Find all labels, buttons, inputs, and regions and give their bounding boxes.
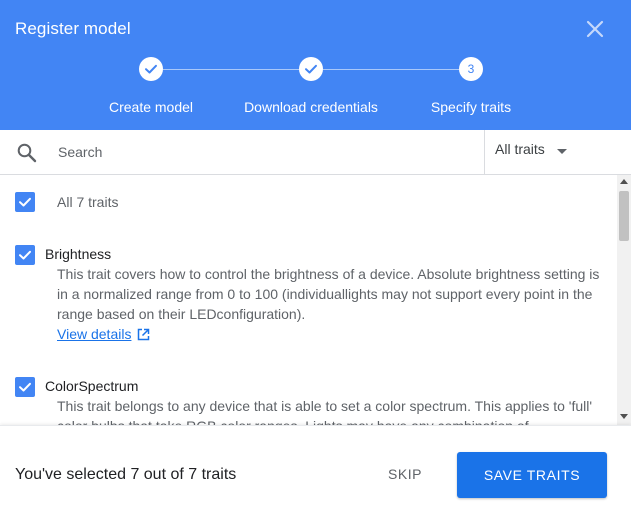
list-scrollbar[interactable] (617, 175, 631, 425)
dropdown-arrow-icon (557, 149, 567, 154)
description-line: This trait covers how to control the bri… (57, 266, 600, 282)
description-line: color bulbs that take RGB color ranges. … (57, 416, 609, 425)
trait-list: All 7 traits Brightness This trait cover… (0, 175, 617, 425)
stepper-connector (323, 69, 459, 70)
close-icon[interactable] (584, 18, 606, 40)
view-details-label: View details (57, 326, 132, 342)
description-line: range based on their LEDconfiguration). (57, 306, 306, 322)
trait-name-brightness: Brightness (45, 246, 112, 262)
scroll-down-arrow-icon[interactable] (620, 414, 628, 419)
search-icon (16, 142, 38, 169)
scroll-up-arrow-icon[interactable] (620, 179, 628, 184)
trait-name-colorspectrum: ColorSpectrum (45, 378, 139, 394)
trait-description-brightness: This trait covers how to control the bri… (57, 264, 609, 324)
step-3-label: Specify traits (430, 99, 512, 115)
search-divider (484, 130, 485, 175)
step-1-label: Create model (108, 99, 194, 115)
step-2-check-icon (299, 57, 323, 81)
skip-button[interactable]: SKIP (376, 458, 434, 490)
step-3-number-text: 3 (467, 62, 475, 76)
dialog-footer: You've selected 7 out of 7 traits SKIP S… (0, 425, 631, 519)
brightness-view-details-link[interactable]: View details (57, 326, 150, 342)
search-bar: All traits (0, 130, 631, 175)
save-traits-button[interactable]: SAVE TRAITS (457, 452, 607, 498)
step-1-check-icon (139, 57, 163, 81)
brightness-checkbox[interactable] (15, 245, 35, 265)
dialog-header: Register model 3 Create model Download c… (0, 0, 631, 130)
colorspectrum-checkbox[interactable] (15, 377, 35, 397)
traits-filter-value: All traits (495, 141, 545, 157)
description-line: in a normalized range from 0 to 100 (ind… (57, 286, 593, 302)
description-line: This trait belongs to any device that is… (57, 398, 593, 414)
step-2-label: Download credentials (244, 99, 378, 115)
all-traits-checkbox[interactable] (15, 192, 35, 212)
trait-description-colorspectrum: This trait belongs to any device that is… (57, 396, 609, 425)
traits-filter-dropdown[interactable]: All traits (495, 141, 575, 163)
dialog-title: Register model (15, 19, 131, 38)
open-in-new-icon (137, 328, 150, 341)
scrollbar-thumb[interactable] (619, 191, 629, 241)
step-3-number: 3 (459, 57, 483, 81)
all-traits-label: All 7 traits (57, 194, 119, 210)
stepper-connector (163, 69, 299, 70)
selection-status: You've selected 7 out of 7 traits (15, 466, 237, 483)
search-input[interactable] (58, 141, 468, 163)
